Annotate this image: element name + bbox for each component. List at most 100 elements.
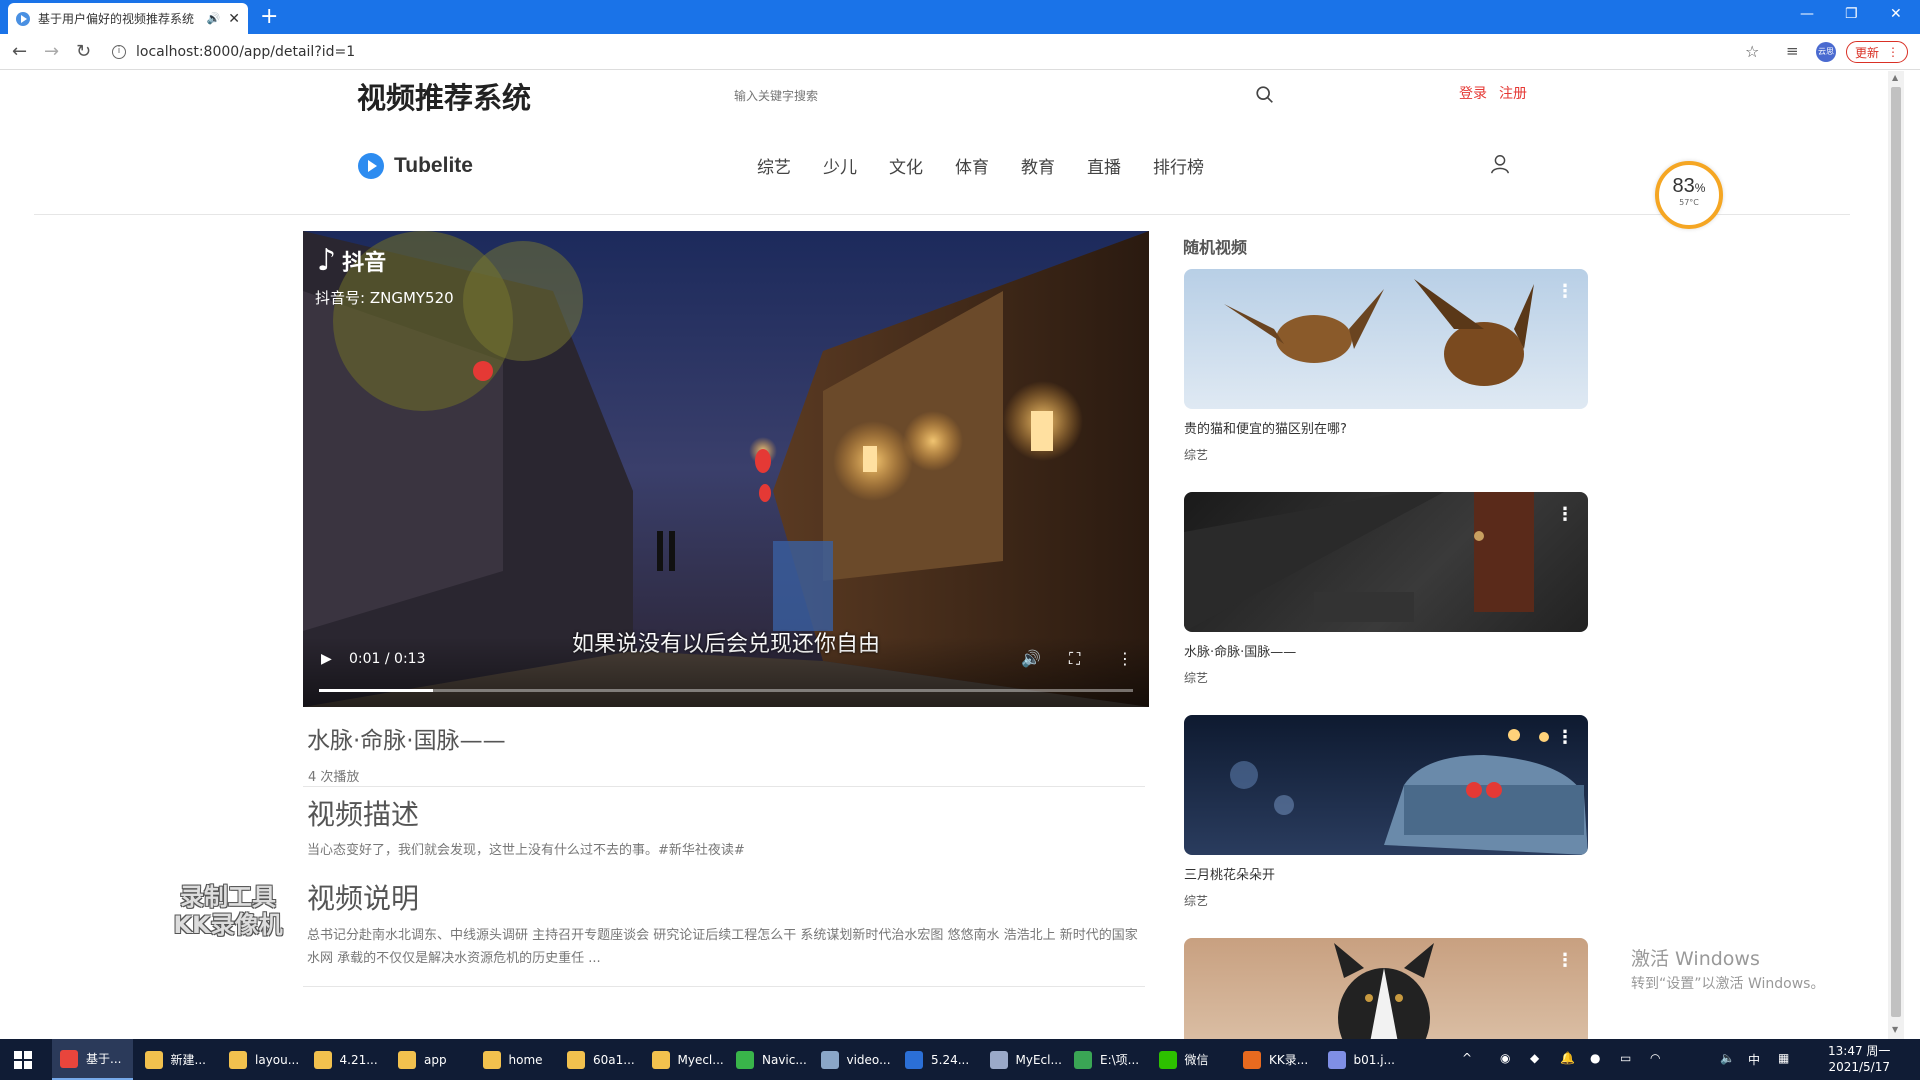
nav-item-kids[interactable]: 少儿 <box>823 153 889 178</box>
video-card-thumbnail[interactable]: ⋮ <box>1184 715 1588 855</box>
taskbar-item[interactable]: MyEcl... <box>982 1039 1063 1080</box>
tray-keyboard-icon[interactable]: ▦ <box>1778 1051 1789 1065</box>
nav-item-ranking[interactable]: 排行榜 <box>1153 153 1219 178</box>
search-icon[interactable] <box>1254 84 1276 106</box>
browser-tab[interactable]: 基于用户偏好的视频推荐系统 🔊 ✕ <box>8 3 248 34</box>
video-card-thumbnail[interactable]: ⋮ <box>1184 269 1588 409</box>
site-info-icon[interactable]: i <box>112 45 126 59</box>
video-player[interactable]: ♪ 抖音 抖音号: ZNGMY520 如果说没有以后会兑现还你自由 ▶ 0:01… <box>303 231 1149 707</box>
taskbar-item[interactable]: b01.j... <box>1320 1039 1401 1080</box>
taskbar-item[interactable]: Navic... <box>728 1039 809 1080</box>
back-icon[interactable]: ← <box>12 41 27 62</box>
taskbar-item[interactable]: E:\项... <box>1066 1039 1147 1080</box>
search-input[interactable] <box>724 82 1264 110</box>
tray-wifi-icon[interactable]: ◠ <box>1650 1051 1660 1065</box>
reading-list-icon[interactable]: ≡ <box>1786 42 1799 60</box>
scroll-up-icon[interactable]: ▲ <box>1892 73 1898 82</box>
douyin-brand: 抖音 <box>342 250 387 276</box>
user-icon[interactable] <box>1489 153 1511 175</box>
taskbar-app-icon <box>398 1050 416 1069</box>
tray-wechat-icon[interactable]: ● <box>1590 1051 1600 1065</box>
taskbar-item[interactable]: 5.24... <box>897 1039 978 1080</box>
nav-item-variety[interactable]: 综艺 <box>757 153 823 178</box>
tray-shield-icon[interactable]: ◆ <box>1530 1051 1539 1065</box>
progress-bar[interactable] <box>319 689 1133 692</box>
url-text[interactable]: localhost:8000/app/detail?id=1 <box>136 44 355 60</box>
description-heading: 视频描述 <box>307 798 420 831</box>
taskbar-item[interactable]: KK录... <box>1235 1039 1316 1080</box>
reload-icon[interactable]: ↻ <box>76 41 91 62</box>
windows-taskbar: 基于... 新建... layou... 4.21... app home 60a1... M… <box>0 1039 1920 1080</box>
bookmark-star-icon[interactable]: ☆ <box>1745 42 1759 61</box>
card-menu-icon[interactable]: ⋮ <box>1556 727 1574 748</box>
tray-battery-icon[interactable]: ▭ <box>1620 1051 1631 1065</box>
system-monitor-gauge[interactable]: 83% 57°C <box>1655 161 1723 229</box>
address-bar[interactable]: i localhost:8000/app/detail?id=1 <box>112 39 1762 65</box>
gauge-temperature: 57°C <box>1679 198 1699 207</box>
card-menu-icon[interactable]: ⋮ <box>1556 504 1574 525</box>
dark-thumbnail <box>1184 492 1534 632</box>
new-tab-button[interactable]: + <box>260 6 278 28</box>
window-close-icon[interactable]: ✕ <box>1890 6 1902 22</box>
card-menu-icon[interactable]: ⋮ <box>1556 281 1574 302</box>
volume-icon[interactable]: 🔊 <box>1021 649 1041 668</box>
video-card-title[interactable]: 贵的猫和便宜的猫区别在哪? <box>1184 418 1347 437</box>
taskbar-item-label: 60a1... <box>593 1052 635 1067</box>
taskbar-item-label: 4.21... <box>339 1052 378 1067</box>
nav-item-culture[interactable]: 文化 <box>889 153 955 178</box>
system-clock[interactable]: 13:47 周一 2021/5/17 <box>1828 1043 1890 1075</box>
taskbar-app-icon <box>313 1050 332 1069</box>
minimize-icon[interactable]: — <box>1800 6 1814 22</box>
play-icon[interactable]: ▶ <box>321 651 332 667</box>
playback-time: 0:01 / 0:13 <box>349 651 426 667</box>
tray-overflow-icon[interactable]: ^ <box>1462 1051 1472 1065</box>
taskbar-item[interactable]: 新建... <box>137 1039 218 1080</box>
video-card-category: 综艺 <box>1184 894 1209 908</box>
taskbar-item[interactable]: 60a1... <box>559 1039 640 1080</box>
taskbar-item-label: MyEcl... <box>1015 1052 1062 1067</box>
play-count: 4 次播放 <box>308 770 360 785</box>
video-card-title[interactable]: 水脉·命脉·国脉—— <box>1184 641 1296 660</box>
main-nav: 综艺 少儿 文化 体育 教育 直播 排行榜 <box>757 153 1219 178</box>
taskbar-item[interactable]: 基于... <box>52 1039 133 1080</box>
nav-item-education[interactable]: 教育 <box>1021 153 1087 178</box>
page-scrollbar[interactable]: ▲ ▼ <box>1888 71 1904 1039</box>
taskbar-item[interactable]: app <box>390 1039 471 1080</box>
taskbar-item[interactable]: Myecl... <box>644 1039 725 1080</box>
tab-favicon-icon <box>16 11 30 26</box>
video-card-title[interactable]: 三月桃花朵朵开 <box>1184 864 1275 883</box>
scroll-thumb[interactable] <box>1891 87 1901 1017</box>
login-link[interactable]: 登录 <box>1459 83 1487 103</box>
taskbar-item-label: E:\项... <box>1100 1053 1140 1067</box>
profile-avatar[interactable]: 云思 <box>1816 42 1836 62</box>
taskbar-item[interactable]: 4.21... <box>306 1039 387 1080</box>
recorder-watermark: 录制工具 KK录像机 <box>173 883 283 939</box>
restore-icon[interactable]: ❐ <box>1845 6 1858 22</box>
update-button[interactable]: 更新 ⋮ <box>1846 41 1908 63</box>
forward-icon[interactable]: → <box>44 41 59 62</box>
ime-indicator[interactable]: 中 <box>1748 1051 1760 1068</box>
video-card-thumbnail[interactable]: ⋮ <box>1184 938 1588 1039</box>
register-link[interactable]: 注册 <box>1499 83 1527 103</box>
close-icon[interactable]: ✕ <box>228 11 240 27</box>
audio-playing-icon[interactable]: 🔊 <box>207 12 221 25</box>
windows-start-icon[interactable] <box>14 1051 32 1069</box>
card-menu-icon[interactable]: ⋮ <box>1556 950 1574 971</box>
video-card-thumbnail[interactable]: ⋮ <box>1184 492 1588 632</box>
more-options-icon[interactable]: ⋮ <box>1117 649 1133 668</box>
site-logo[interactable]: Tubelite <box>358 153 473 179</box>
tray-volume-icon[interactable]: 🔈 <box>1720 1051 1735 1065</box>
scroll-down-icon[interactable]: ▼ <box>1892 1025 1898 1034</box>
taskbar-item-label: home <box>508 1052 543 1067</box>
nav-item-live[interactable]: 直播 <box>1087 153 1153 178</box>
browser-titlebar: 基于用户偏好的视频推荐系统 🔊 ✕ + — ❐ ✕ <box>0 0 1920 34</box>
fullscreen-icon[interactable]: ⛶ <box>1069 649 1080 669</box>
taskbar-item-label: Myecl... <box>677 1052 724 1067</box>
taskbar-item[interactable]: 微信 <box>1151 1039 1232 1080</box>
tray-network-icon[interactable]: ◉ <box>1500 1051 1510 1065</box>
taskbar-item[interactable]: video... <box>813 1039 894 1080</box>
tray-notification-icon[interactable]: 🔔 <box>1560 1051 1575 1065</box>
taskbar-item[interactable]: home <box>475 1039 556 1080</box>
nav-item-sports[interactable]: 体育 <box>955 153 1021 178</box>
taskbar-item[interactable]: layou... <box>221 1039 302 1080</box>
